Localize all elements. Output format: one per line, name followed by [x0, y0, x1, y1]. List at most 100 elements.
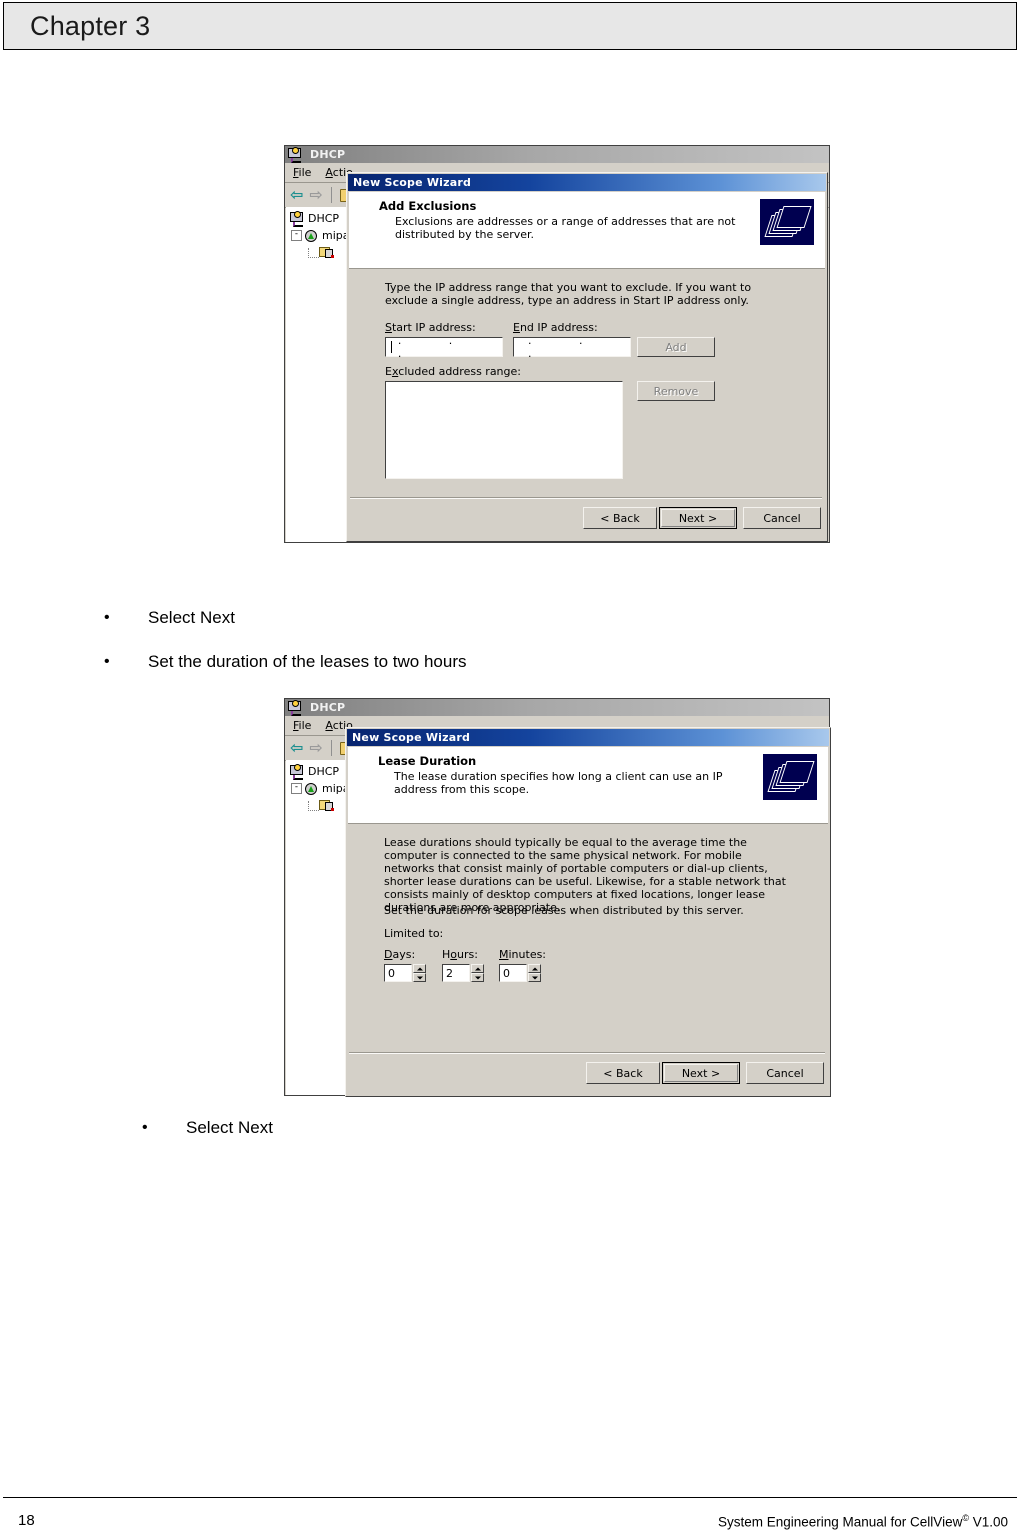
footer-copyright-symbol: ©	[962, 1513, 969, 1523]
wizard-header-subtitle: The lease duration specifies how long a …	[394, 770, 723, 796]
tree-server-label: mipa	[322, 229, 346, 242]
back-button[interactable]: < Back	[583, 507, 657, 529]
lease-description-text: Lease durations should typically be equa…	[384, 836, 786, 914]
days-stepper[interactable]: 0	[384, 964, 426, 982]
tree-item-dhcp-root[interactable]: DHCP	[286, 763, 346, 780]
back-button[interactable]: < Back	[586, 1062, 660, 1084]
back-button-label: < Back	[600, 511, 640, 525]
scope-folder-icon	[319, 799, 334, 812]
hours-mnemonic: o	[450, 948, 458, 961]
minutes-stepper-up-icon[interactable]	[528, 964, 541, 973]
forward-arrow-icon[interactable]: ⇨	[309, 187, 322, 203]
minutes-stepper-down-icon[interactable]	[528, 973, 541, 982]
bullet-select-next-1: • Select Next	[104, 608, 235, 628]
wizard-header-title: Add Exclusions	[379, 199, 477, 213]
forward-arrow-icon[interactable]: ⇨	[309, 740, 322, 756]
scope-folder-icon	[319, 246, 334, 259]
tree-connector-dots	[308, 247, 319, 258]
add-button[interactable]: Add	[637, 337, 715, 357]
footer-page-number: 18	[18, 1512, 35, 1529]
wizard-button-separator	[349, 1052, 825, 1054]
end-ip-label: End IP address:	[513, 321, 598, 334]
footer-title-version: V1.00	[968, 1514, 1008, 1530]
minutes-input[interactable]: 0	[499, 964, 527, 982]
cancel-button[interactable]: Cancel	[743, 507, 821, 529]
next-button[interactable]: Next >	[662, 1062, 740, 1084]
wizard-header-subtitle: Exclusions are addresses or a range of a…	[395, 215, 736, 241]
menu-item-file[interactable]: File	[293, 719, 311, 732]
back-arrow-icon[interactable]: ⇦	[290, 187, 303, 203]
back-button-label: < Back	[603, 1066, 643, 1080]
window-titlebar: DHCP	[285, 146, 829, 163]
start-ip-input[interactable]: . . .	[385, 334, 503, 360]
hours-stepper[interactable]: 2	[442, 964, 484, 982]
days-stepper-up-icon[interactable]	[413, 964, 426, 973]
window-title-text: DHCP	[310, 701, 346, 714]
end-ip-mnemonic: E	[513, 321, 520, 334]
tree-server-label: mipa	[322, 782, 346, 795]
cancel-button-label: Cancel	[763, 511, 801, 525]
start-ip-mnemonic: S	[385, 321, 392, 334]
menu-action-mnemonic: A	[325, 166, 333, 179]
start-ip-label-rest: tart IP address:	[391, 321, 476, 334]
tree-item-scope[interactable]	[286, 797, 346, 814]
excluded-label-pre: E	[385, 365, 392, 378]
cancel-button[interactable]: Cancel	[746, 1062, 824, 1084]
wizard-title-text: New Scope Wizard	[353, 176, 472, 189]
hours-stepper-down-icon[interactable]	[471, 973, 484, 982]
bullet-label: Select Next	[148, 608, 235, 627]
toolbar-separator	[330, 187, 332, 203]
tree-item-server[interactable]: - mipa	[286, 227, 346, 244]
set-duration-text: Set the duration for scope leases when d…	[384, 904, 744, 917]
hours-label: Hours:	[442, 948, 478, 961]
menu-item-file[interactable]: File	[293, 166, 311, 179]
bullet-label: Select Next	[186, 1118, 273, 1137]
minutes-label-rest: inutes:	[508, 948, 547, 961]
wizard-title-text: New Scope Wizard	[352, 731, 471, 744]
wizard-content-area: Lease durations should typically be equa…	[346, 824, 830, 1070]
tree-root-label: DHCP	[308, 765, 340, 778]
tree-connector-dots	[308, 800, 319, 811]
dhcp-console-icon	[288, 699, 303, 716]
days-label: Days:	[384, 948, 415, 961]
tree-expander-icon[interactable]: -	[291, 783, 302, 794]
remove-button[interactable]: Remove	[637, 381, 715, 401]
hours-stepper-up-icon[interactable]	[471, 964, 484, 973]
console-tree-pane[interactable]: DHCP - mipa	[286, 207, 346, 542]
hours-input[interactable]: 2	[442, 964, 470, 982]
excluded-label-post: cluded address range:	[398, 365, 521, 378]
console-tree-pane[interactable]: DHCP - mipa	[286, 760, 346, 1095]
new-scope-wizard-dialog-lease-duration[interactable]: New Scope Wizard Lease Duration The leas…	[345, 727, 831, 1097]
excluded-range-listbox[interactable]	[385, 381, 623, 479]
back-arrow-icon[interactable]: ⇦	[290, 740, 303, 756]
bullet-marker: •	[104, 653, 110, 670]
end-ip-value: . . .	[528, 334, 605, 360]
excluded-range-label: Excluded address range:	[385, 365, 521, 378]
instruction-text: Type the IP address range that you want …	[385, 281, 752, 307]
wizard-content-area: Type the IP address range that you want …	[347, 269, 827, 515]
end-ip-input[interactable]: . . .	[513, 334, 631, 360]
days-stepper-down-icon[interactable]	[413, 973, 426, 982]
bullet-select-next-2: • Select Next	[142, 1118, 273, 1138]
dhcp-console-icon	[288, 146, 303, 163]
minutes-stepper[interactable]: 0	[499, 964, 541, 982]
new-scope-wizard-dialog-add-exclusions[interactable]: New Scope Wizard Add Exclusions Exclusio…	[346, 172, 828, 542]
tree-item-dhcp-root[interactable]: DHCP	[286, 210, 346, 227]
limited-to-label: Limited to:	[384, 927, 444, 940]
tree-item-server[interactable]: - mipa	[286, 780, 346, 797]
end-ip-label-rest: nd IP address:	[519, 321, 598, 334]
days-input[interactable]: 0	[384, 964, 412, 982]
tree-expander-icon[interactable]: -	[291, 230, 302, 241]
menu-action-mnemonic: A	[325, 719, 333, 732]
dhcp-root-icon	[290, 763, 305, 780]
add-button-label: Add	[665, 340, 687, 354]
wizard-titlebar: New Scope Wizard	[347, 729, 829, 746]
tree-item-scope[interactable]	[286, 244, 346, 261]
wizard-header: Add Exclusions Exclusions are addresses …	[349, 192, 825, 269]
next-button[interactable]: Next >	[659, 507, 737, 529]
remove-button-label: Remove	[653, 384, 699, 398]
start-ip-value: . . .	[397, 334, 475, 360]
dhcp-root-icon	[290, 210, 305, 227]
footer-divider	[3, 1497, 1017, 1498]
wizard-header-title: Lease Duration	[378, 754, 477, 768]
